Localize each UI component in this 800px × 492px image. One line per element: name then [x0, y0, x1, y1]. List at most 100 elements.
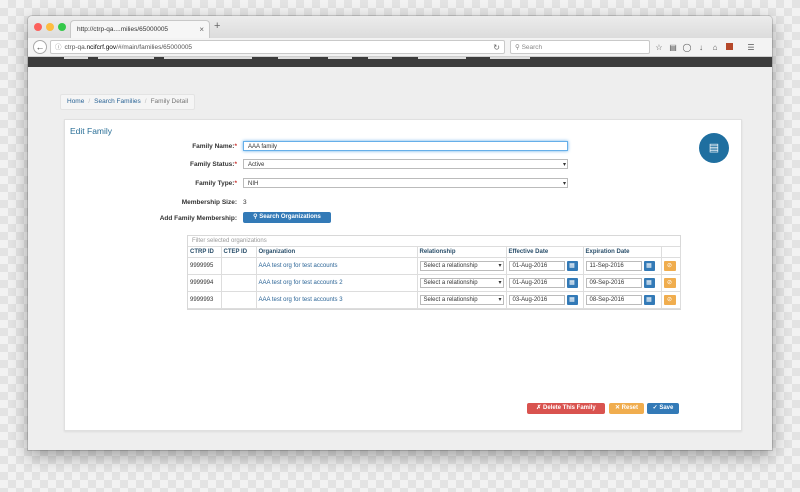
family-status-select[interactable]: Active ▾ [243, 159, 568, 169]
remove-row-icon[interactable]: ⊘ [663, 261, 676, 271]
column-header[interactable]: Expiration Date [583, 247, 662, 258]
membership-size-value: 3 [243, 199, 247, 206]
table-row: 9999995 AAA test org for test accounts S… [188, 257, 681, 275]
site-nav-item[interactable]: ▬▬▬ [64, 57, 88, 61]
browser-tab[interactable]: http://ctrp-qa....milies/65000005 × [70, 20, 210, 38]
select-arrow-icon: ▾ [498, 297, 502, 303]
breadcrumb-family-detail: Family Detail [150, 98, 189, 105]
expiration-date-input[interactable]: 08-Sep-2016 [585, 295, 642, 305]
effective-date-input[interactable]: 03-Aug-2016 [508, 295, 565, 305]
home-icon[interactable]: ⌂ [710, 43, 720, 52]
organization-link[interactable]: AAA test org for test accounts [256, 257, 418, 275]
url-path: /#/main/families/65000005 [116, 44, 193, 51]
comment-icon[interactable]: ▤ [699, 133, 729, 163]
delete-family-button[interactable]: ✗ Delete This Family [527, 403, 605, 414]
site-nav-item[interactable]: ▬▬▬ [368, 57, 392, 61]
select-arrow-icon: ▾ [498, 280, 502, 286]
column-header[interactable]: CTEP ID [221, 247, 257, 258]
url-prefix: ctrp-qa. [64, 44, 87, 51]
family-type-select[interactable]: NIH ▾ [243, 178, 568, 188]
expiration-date-input[interactable]: 09-Sep-2016 [585, 278, 642, 288]
minimize-window-button[interactable] [46, 23, 54, 31]
url-host: ncifcrf.gov [86, 44, 117, 51]
site-nav-item[interactable]: ▬▬▬▬▬▬ [418, 57, 466, 61]
relationship-select[interactable]: Select a relationship ▾ [419, 295, 504, 305]
search-input[interactable]: ⚲ Search [510, 40, 650, 54]
toolbar-icons: ☆ ▤ ◯ ↓ ⌂ ☰ [654, 40, 756, 54]
remove-row-icon[interactable]: ⊘ [663, 278, 676, 288]
zoom-window-button[interactable] [58, 23, 66, 31]
column-header[interactable]: CTRP ID [188, 247, 222, 258]
family-status-value: Active [248, 162, 265, 168]
reset-icon: ✕ [614, 405, 620, 411]
breadcrumb: Home / Search Families / Family Detail [60, 94, 196, 110]
search-organizations-button[interactable]: ⚲ Search Organizations [243, 212, 331, 223]
reload-icon[interactable]: ↻ [493, 41, 500, 54]
ctrp-id-cell: 9999994 [188, 274, 222, 292]
search-organizations-label: Search Organizations [259, 214, 321, 220]
column-header[interactable]: Effective Date [506, 247, 584, 258]
save-label: Save [659, 405, 674, 411]
membership-table: CTRP ID CTEP ID Organization Relationshi… [188, 247, 681, 309]
expiration-date-input[interactable]: 11-Sep-2016 [585, 261, 642, 271]
star-icon[interactable]: ☆ [654, 43, 664, 52]
site-nav-item[interactable]: ▬▬▬▬ [278, 57, 310, 61]
reading-list-icon[interactable]: ▤ [668, 43, 678, 52]
relationship-value: Select a relationship [423, 297, 478, 303]
relationship-select[interactable]: Select a relationship ▾ [419, 278, 504, 288]
relationship-value: Select a relationship [423, 263, 478, 269]
family-name-label: Family Name:* [192, 143, 237, 150]
column-header[interactable]: Organization [256, 247, 418, 258]
reset-button[interactable]: ✕ Reset [609, 403, 644, 414]
url-bar[interactable]: ⓘ ctrp-qa.ncifcrf.gov/#/main/families/650… [50, 40, 505, 54]
edit-family-panel: Edit Family ▤ Family Name:* AAA family F… [64, 119, 742, 431]
search-icon: ⚲ [253, 214, 258, 220]
calendar-icon[interactable]: ▦ [643, 261, 655, 271]
family-name-field[interactable]: AAA family [243, 141, 568, 151]
calendar-icon[interactable]: ▦ [643, 295, 655, 305]
tab-title: http://ctrp-qa....milies/65000005 [77, 26, 169, 33]
title-bar: http://ctrp-qa....milies/65000005 × + [28, 16, 772, 38]
membership-grid: Filter selected organizations CTRP ID CT… [187, 235, 681, 310]
info-icon[interactable]: ⓘ [55, 44, 62, 51]
breadcrumb-home[interactable]: Home [67, 98, 84, 105]
ctep-id-cell [221, 257, 257, 275]
search-placeholder: Search [521, 44, 543, 51]
organization-link[interactable]: AAA test org for test accounts 3 [256, 291, 418, 309]
site-nav-item[interactable]: ▬▬▬▬▬ [490, 57, 530, 61]
effective-date-input[interactable]: 01-Aug-2016 [508, 261, 565, 271]
site-nav-item[interactable]: ▬▬▬ [328, 57, 352, 61]
close-window-button[interactable] [34, 23, 42, 31]
remove-row-icon[interactable]: ⊘ [663, 295, 676, 305]
effective-date-input[interactable]: 01-Aug-2016 [508, 278, 565, 288]
add-membership-label: Add Family Membership: [159, 215, 237, 222]
menu-icon[interactable]: ☰ [746, 43, 756, 52]
breadcrumb-search-families[interactable]: Search Families [94, 98, 141, 105]
calendar-icon[interactable]: ▦ [566, 278, 578, 288]
site-nav-item[interactable]: ▬▬▬▬▬▬▬ [98, 57, 154, 61]
column-header [661, 247, 681, 258]
filter-organizations-input[interactable]: Filter selected organizations [188, 236, 680, 247]
download-icon[interactable]: ↓ [696, 43, 706, 52]
site-nav: ▬▬▬ ▬▬▬▬▬▬▬ ▬▬▬▬▬▬▬▬▬▬▬ ▬▬▬▬ ▬▬▬ ▬▬▬ ▬▬▬… [28, 57, 772, 67]
ctep-id-cell [221, 291, 257, 309]
addon-icon[interactable] [724, 42, 734, 52]
organization-link[interactable]: AAA test org for test accounts 2 [256, 274, 418, 292]
calendar-icon[interactable]: ▦ [566, 261, 578, 271]
new-tab-button[interactable]: + [214, 20, 220, 32]
table-row: 9999994 AAA test org for test accounts 2… [188, 274, 681, 292]
site-nav-item[interactable]: ▬▬▬▬▬▬▬▬▬▬▬ [164, 57, 252, 61]
calendar-icon[interactable]: ▦ [643, 278, 655, 288]
relationship-select[interactable]: Select a relationship ▾ [419, 261, 504, 271]
back-button[interactable]: ← [33, 40, 47, 54]
delete-family-label: Delete This Family [543, 405, 596, 411]
pocket-icon[interactable]: ◯ [682, 43, 692, 52]
calendar-icon[interactable]: ▦ [566, 295, 578, 305]
reset-label: Reset [621, 405, 639, 411]
tab-close-icon[interactable]: × [199, 21, 204, 39]
column-header[interactable]: Relationship [417, 247, 507, 258]
select-arrow-icon: ▾ [562, 162, 566, 168]
relationship-value: Select a relationship [423, 280, 478, 286]
save-button[interactable]: ✓ Save [647, 403, 679, 414]
family-type-value: NIH [248, 181, 259, 187]
